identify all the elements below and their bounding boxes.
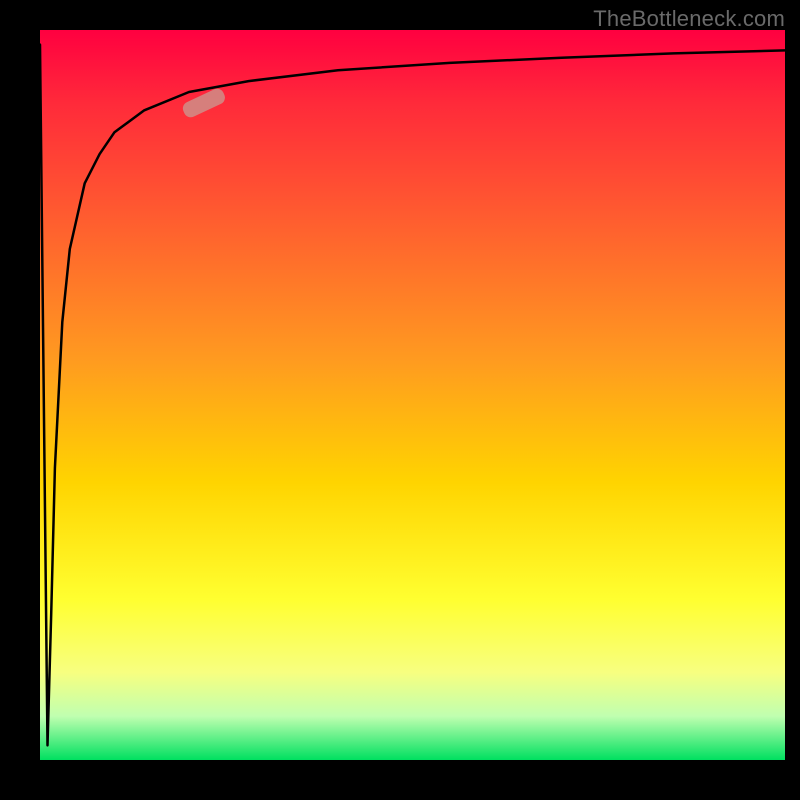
- watermark-text: TheBottleneck.com: [593, 6, 785, 32]
- plot-area: [40, 30, 785, 760]
- chart-frame: TheBottleneck.com: [0, 0, 800, 800]
